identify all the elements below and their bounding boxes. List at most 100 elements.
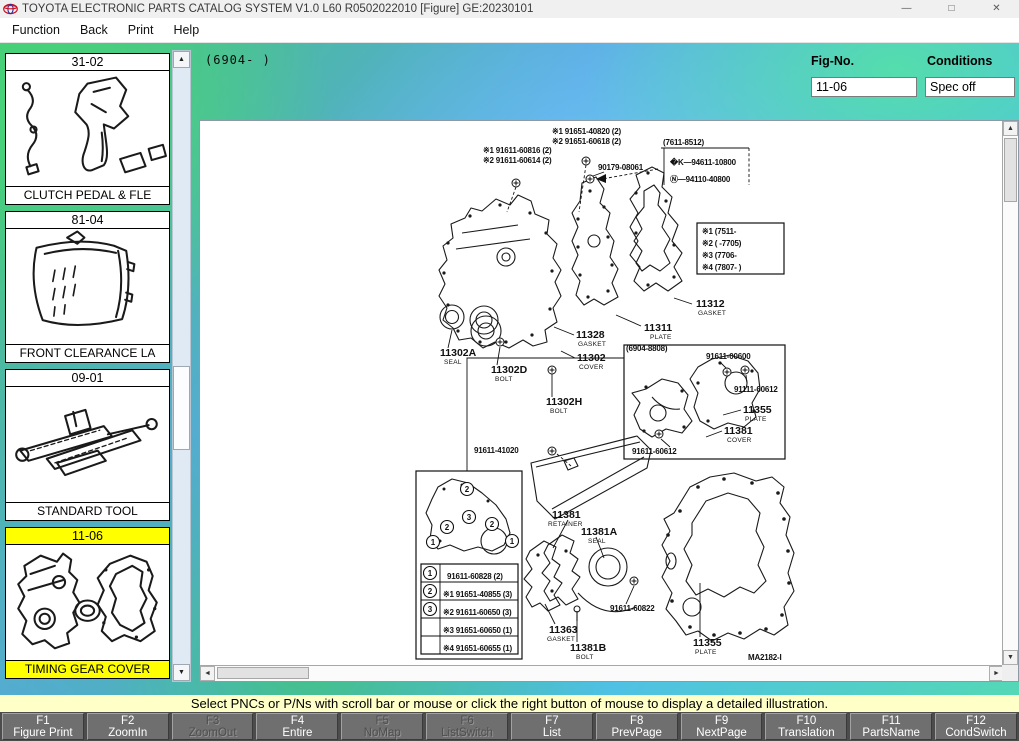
canvas-horizontal-scrollbar[interactable]: ◄ ► bbox=[200, 665, 1004, 681]
close-button[interactable]: ✕ bbox=[974, 0, 1019, 18]
thumbnail-label: FRONT CLEARANCE LA bbox=[6, 344, 169, 362]
thumbnail-front-clearance-lamp[interactable]: 81-04 FRONT CLEARANCE LA bbox=[5, 211, 170, 363]
figure-thumbnail-list: 31-02 CLUTCH PEDAL & FLE bbox=[5, 53, 170, 679]
diagram-label: 91611-60828 (2) bbox=[447, 572, 503, 581]
scroll-left-button[interactable]: ◄ bbox=[200, 666, 215, 681]
fkey-cond-switch[interactable]: F12CondSwitch bbox=[935, 713, 1017, 740]
diagram-label: 91611-60612 bbox=[632, 447, 677, 456]
svg-text:3: 3 bbox=[428, 605, 433, 614]
svg-text:1: 1 bbox=[510, 537, 515, 546]
fkey-next-page[interactable]: F9NextPage bbox=[681, 713, 763, 740]
diagram-label: 11381 bbox=[724, 425, 753, 437]
fkey-prev-page[interactable]: F8PrevPage bbox=[596, 713, 678, 740]
thumbnail-label: CLUTCH PEDAL & FLE bbox=[6, 186, 169, 204]
conditions-input[interactable] bbox=[925, 77, 1015, 97]
thumbnail-code: 09-01 bbox=[6, 370, 169, 387]
diagram-label: 11302 bbox=[577, 352, 606, 364]
diagram-label: ※3 (7706- bbox=[702, 251, 737, 260]
svg-text:1: 1 bbox=[428, 569, 433, 578]
thumbnail-scrollbar[interactable]: ▲ ▼ bbox=[172, 50, 191, 682]
diagram-label: ※1 91611-60816 (2) bbox=[483, 146, 552, 155]
menu-print[interactable]: Print bbox=[118, 20, 164, 40]
callout-number: 2 bbox=[486, 518, 499, 531]
fkey-zoom-out[interactable]: F3ZoomOut bbox=[172, 713, 254, 740]
figure-canvas[interactable]: ※1 91651-40820 (2)※2 91651-60618 (2)※1 9… bbox=[199, 120, 1019, 682]
diagram-label: ※1 91651-40855 (3) bbox=[443, 590, 512, 599]
scroll-up-button[interactable]: ▲ bbox=[173, 51, 190, 68]
rear-gasket-drawing bbox=[662, 473, 794, 641]
svg-text:2: 2 bbox=[490, 520, 495, 529]
diagram-label: 11381B bbox=[570, 642, 607, 654]
thumbnail-code: 11-06 bbox=[6, 528, 169, 545]
diagram-label: 11355 bbox=[693, 637, 722, 649]
diagram-label: PLATE bbox=[745, 416, 767, 423]
thumbnail-image bbox=[6, 229, 169, 344]
minimize-button[interactable]: — bbox=[884, 0, 929, 18]
canvas-vertical-scrollbar[interactable]: ▲ ▼ bbox=[1002, 121, 1018, 665]
diagram-label: (7611-8512) bbox=[663, 138, 704, 147]
status-bar: Select PNCs or P/Ns with scroll bar or m… bbox=[0, 695, 1019, 712]
callout-number: 3 bbox=[463, 511, 476, 524]
title-bar: TOYOTA ELECTRONIC PARTS CATALOG SYSTEM V… bbox=[0, 0, 1019, 18]
plate-drawing bbox=[572, 177, 618, 305]
diagram-label: 90179-08061 bbox=[598, 163, 644, 172]
diagram-label: 11328 bbox=[576, 329, 605, 341]
diagram-label: 91611-00600 bbox=[706, 352, 751, 361]
maximize-button[interactable]: □ bbox=[929, 0, 974, 18]
scroll-up-button[interactable]: ▲ bbox=[1003, 121, 1018, 136]
function-key-bar: F1Figure Print F2ZoomIn F3ZoomOut F4Enti… bbox=[0, 712, 1019, 741]
callout-number: 1 bbox=[506, 535, 519, 548]
fkey-translation[interactable]: F10Translation bbox=[765, 713, 847, 740]
scrollbar-corner bbox=[1002, 665, 1018, 681]
diagram-label: ※1 (7511- bbox=[702, 227, 737, 236]
scroll-down-button[interactable]: ▼ bbox=[1003, 650, 1018, 665]
fkey-parts-name[interactable]: F11PartsName bbox=[850, 713, 932, 740]
conditions-label: Conditions bbox=[927, 54, 992, 68]
thumbnail-label: TIMING GEAR COVER bbox=[6, 660, 169, 678]
thumbnail-clutch-pedal[interactable]: 31-02 CLUTCH PEDAL & FLE bbox=[5, 53, 170, 205]
diagram-label: BOLT bbox=[550, 408, 568, 415]
app-window: TOYOTA ELECTRONIC PARTS CATALOG SYSTEM V… bbox=[0, 0, 1019, 741]
scrollbar-thumb[interactable] bbox=[1004, 138, 1017, 202]
callout-number: 3 bbox=[424, 603, 437, 616]
fkey-entire[interactable]: F4Entire bbox=[256, 713, 338, 740]
thumbnail-timing-gear-cover[interactable]: 11-06 TIMING GEAR COVE bbox=[5, 527, 170, 679]
diagram-label: COVER bbox=[727, 437, 752, 444]
diagram-label: (6904-8808) bbox=[626, 344, 668, 353]
diagram-label: ※2 ( -7705) bbox=[702, 239, 742, 248]
diagram-label: ※1 91651-40820 (2) bbox=[552, 127, 621, 136]
callout-number: 1 bbox=[424, 567, 437, 580]
sub-assembly-box bbox=[624, 345, 785, 459]
svg-text:1: 1 bbox=[431, 538, 436, 547]
fkey-list[interactable]: F7List bbox=[511, 713, 593, 740]
diagram-label: ※4 (7807- ) bbox=[702, 263, 742, 272]
thumbnail-code: 81-04 bbox=[6, 212, 169, 229]
fkey-no-map[interactable]: F5NoMap bbox=[341, 713, 423, 740]
scroll-down-button[interactable]: ▼ bbox=[173, 664, 190, 681]
scrollbar-thumb[interactable] bbox=[217, 667, 309, 679]
svg-text:2: 2 bbox=[465, 485, 470, 494]
menu-back[interactable]: Back bbox=[70, 20, 118, 40]
diagram-label: PLATE bbox=[695, 649, 717, 656]
diagram-label: SEAL bbox=[444, 359, 462, 366]
diagram-label: GASKET bbox=[578, 341, 606, 348]
diagram-label: MA2182-I bbox=[748, 653, 782, 662]
diagram-label: BOLT bbox=[576, 654, 594, 661]
diagram-label: 11302A bbox=[440, 347, 477, 359]
diagram-label: Ⓝ—94110-40800 bbox=[670, 174, 731, 184]
diagram-label: 11302H bbox=[546, 396, 582, 408]
diagram-label: ※2 91611-60614 (2) bbox=[483, 156, 552, 165]
thumbnail-image bbox=[6, 545, 169, 660]
fkey-zoom-in[interactable]: F2ZoomIn bbox=[87, 713, 169, 740]
diagram-label: 11311 bbox=[644, 322, 672, 334]
diagram-label: SEAL bbox=[588, 538, 606, 545]
model-range-note: (6904- ) bbox=[205, 53, 271, 67]
thumbnail-code: 31-02 bbox=[6, 54, 169, 71]
menu-help[interactable]: Help bbox=[163, 20, 209, 40]
fkey-figure-print[interactable]: F1Figure Print bbox=[2, 713, 84, 740]
menu-function[interactable]: Function bbox=[2, 20, 70, 40]
fkey-list-switch[interactable]: F6ListSwitch bbox=[426, 713, 508, 740]
thumbnail-standard-tool[interactable]: 09-01 STANDARD TOOL bbox=[5, 369, 170, 521]
scrollbar-thumb[interactable] bbox=[173, 366, 190, 450]
fig-no-input[interactable] bbox=[811, 77, 917, 97]
